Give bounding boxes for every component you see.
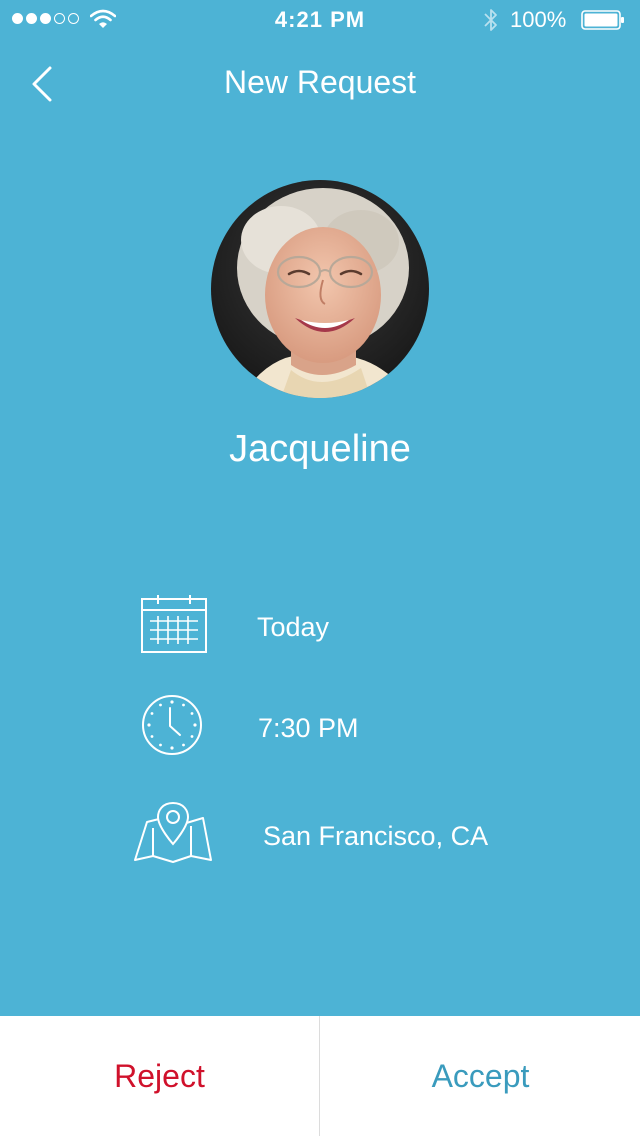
person-name: Jacqueline xyxy=(229,428,411,470)
bluetooth-icon xyxy=(484,9,497,31)
battery-percent: 100% xyxy=(510,7,567,32)
avatar xyxy=(211,180,429,398)
action-divider xyxy=(319,1016,320,1136)
action-bar: Reject Accept xyxy=(0,1016,640,1136)
status-bar: 4:21 PM 100% xyxy=(0,0,640,40)
calendar-icon xyxy=(141,595,207,653)
reject-button[interactable]: Reject xyxy=(0,1016,319,1136)
location-label: San Francisco, CA xyxy=(263,821,489,851)
battery-icon xyxy=(581,10,624,30)
accept-button[interactable]: Accept xyxy=(321,1016,640,1136)
clock-icon xyxy=(142,695,202,755)
map-pin-icon xyxy=(134,801,212,863)
request-screen: 4:21 PM 100% New Request Jacqueline Toda… xyxy=(0,0,640,1136)
page-title: New Request xyxy=(223,64,417,100)
date-label: Today xyxy=(257,612,330,642)
time-label: 7:30 PM xyxy=(258,713,359,743)
